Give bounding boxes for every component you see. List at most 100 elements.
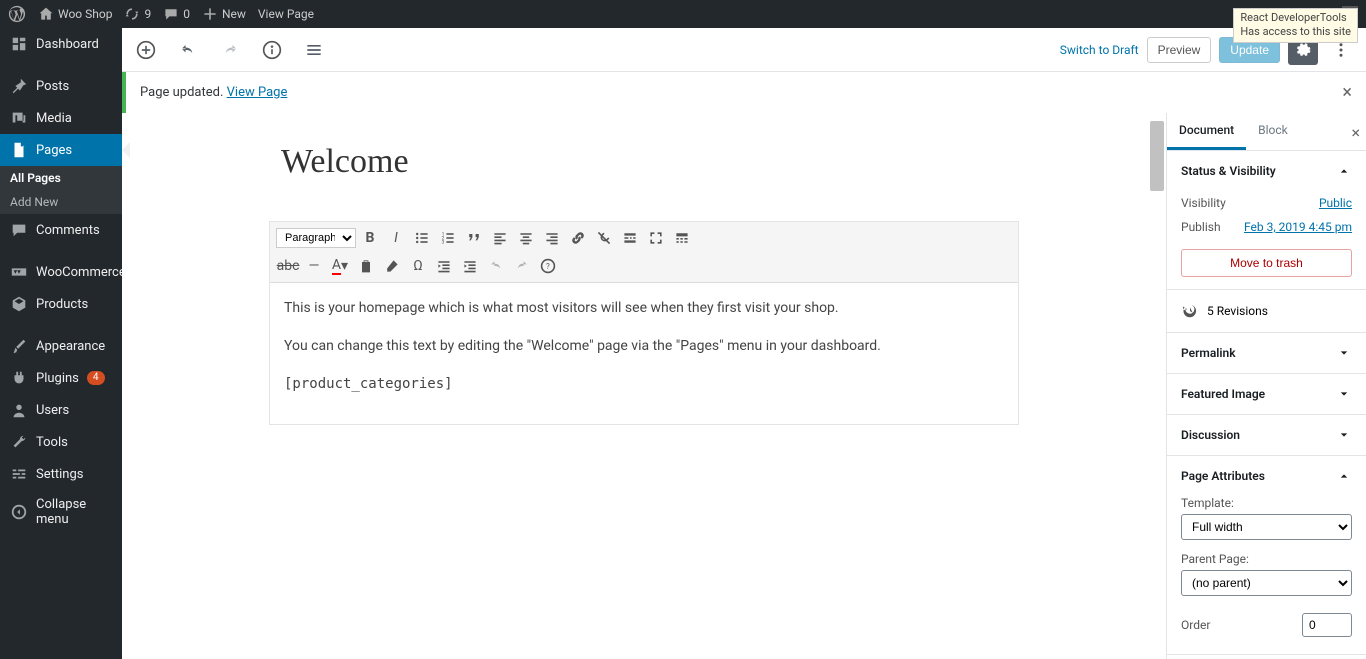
align-right-button[interactable]: [540, 226, 564, 250]
link-button[interactable]: [566, 226, 590, 250]
chevron-down-icon: [1336, 386, 1352, 402]
editor-header: Switch to Draft Preview Update: [122, 28, 1366, 72]
editor-canvas[interactable]: Welcome Paragraph B I 123: [122, 113, 1166, 659]
scrollbar-thumb[interactable]: [1150, 121, 1164, 191]
new-link[interactable]: New: [202, 6, 246, 22]
settings-close-button[interactable]: ×: [1351, 123, 1360, 142]
unlink-button[interactable]: [592, 226, 616, 250]
special-char-button[interactable]: Ω: [406, 254, 430, 278]
sidebar-label: Products: [36, 297, 88, 312]
sidebar-item-products[interactable]: Products: [0, 288, 122, 320]
comments-link[interactable]: 0: [163, 6, 190, 22]
sidebar-item-media[interactable]: Media: [0, 102, 122, 134]
preview-button[interactable]: Preview: [1147, 37, 1212, 63]
updates-link[interactable]: 9: [124, 6, 151, 22]
parent-page-select[interactable]: (no parent): [1181, 570, 1352, 596]
sidebar-item-woocommerce[interactable]: WooCommerce: [0, 256, 122, 288]
outline-button[interactable]: [300, 36, 328, 64]
help-button[interactable]: ?: [536, 254, 560, 278]
publish-date-link[interactable]: Feb 3, 2019 4:45 pm: [1244, 220, 1352, 234]
order-input[interactable]: [1302, 613, 1352, 637]
editor-content-area[interactable]: This is your homepage which is what most…: [270, 283, 1018, 424]
fullscreen-button[interactable]: [644, 226, 668, 250]
italic-button[interactable]: I: [384, 226, 408, 250]
wrench-icon: [10, 433, 28, 451]
tab-document[interactable]: Document: [1167, 113, 1246, 150]
site-name-link[interactable]: Woo Shop: [38, 6, 112, 22]
shortcode-text: [product_categories]: [284, 373, 1004, 397]
numbered-list-button[interactable]: 123: [436, 226, 460, 250]
sidebar-item-settings[interactable]: Settings: [0, 458, 122, 490]
toolbar-toggle-button[interactable]: [670, 226, 694, 250]
sidebar-item-tools[interactable]: Tools: [0, 426, 122, 458]
page-title-input[interactable]: Welcome: [269, 133, 1019, 191]
sidebar-item-collapse[interactable]: Collapse menu: [0, 490, 122, 534]
sidebar-item-plugins[interactable]: Plugins4: [0, 362, 122, 394]
add-block-button[interactable]: [132, 36, 160, 64]
tab-block[interactable]: Block: [1246, 113, 1300, 150]
fullscreen-icon: [648, 230, 664, 246]
admin-bar: Woo Shop 9 0 New View Page Howdy, admin …: [0, 0, 1366, 28]
move-to-trash-button[interactable]: Move to trash: [1181, 249, 1352, 277]
notice-view-page-link[interactable]: View Page: [227, 85, 288, 100]
cube-icon: [10, 295, 28, 313]
sidebar-item-users[interactable]: Users: [0, 394, 122, 426]
redo-icon: [220, 40, 240, 60]
indent-button[interactable]: [458, 254, 482, 278]
quote-button[interactable]: [462, 226, 486, 250]
hr-button[interactable]: —: [302, 254, 326, 278]
clear-button[interactable]: [380, 254, 404, 278]
revisions-link[interactable]: 5 Revisions: [1167, 290, 1366, 333]
panel-status-header[interactable]: Status & Visibility: [1167, 151, 1366, 191]
info-button[interactable]: [258, 36, 286, 64]
bold-button[interactable]: B: [358, 226, 382, 250]
list-icon: [304, 40, 324, 60]
redo-button[interactable]: [216, 36, 244, 64]
sidebar-item-appearance[interactable]: Appearance: [0, 330, 122, 362]
comment-icon: [163, 6, 179, 22]
chevron-up-icon: [1336, 163, 1352, 179]
visibility-value-link[interactable]: Public: [1319, 196, 1352, 210]
view-page-link[interactable]: View Page: [258, 7, 314, 21]
classic-editor-block[interactable]: Paragraph B I 123: [269, 221, 1019, 425]
sidebar-item-posts[interactable]: Posts: [0, 70, 122, 102]
undo2-button[interactable]: [484, 254, 508, 278]
panel-attributes-header[interactable]: Page Attributes: [1167, 456, 1366, 496]
brush-icon: [10, 337, 28, 355]
paste-button[interactable]: [354, 254, 378, 278]
undo-button[interactable]: [174, 36, 202, 64]
template-select[interactable]: Full width: [1181, 514, 1352, 540]
sidebar-sub-all-pages[interactable]: All Pages: [0, 166, 122, 190]
textcolor-button[interactable]: A ▾: [328, 254, 352, 278]
align-center-button[interactable]: [514, 226, 538, 250]
sidebar-label: Settings: [36, 467, 83, 482]
plug-icon: [10, 369, 28, 387]
content-paragraph: You can change this text by editing the …: [284, 335, 1004, 359]
wp-logo[interactable]: [8, 5, 26, 23]
redo2-button[interactable]: [510, 254, 534, 278]
notice-close-button[interactable]: ×: [1342, 82, 1352, 103]
outdent-button[interactable]: [432, 254, 456, 278]
chevron-up-icon: [1336, 468, 1352, 484]
outdent-icon: [436, 258, 452, 274]
format-select[interactable]: Paragraph: [276, 228, 356, 248]
clipboard-icon: [358, 258, 374, 274]
strike-button[interactable]: abc: [276, 254, 300, 278]
panel-permalink-header[interactable]: Permalink: [1167, 333, 1366, 373]
panel-featured-header[interactable]: Featured Image: [1167, 374, 1366, 414]
sidebar-sub-add-new[interactable]: Add New: [0, 190, 122, 214]
sidebar-item-dashboard[interactable]: Dashboard: [0, 28, 122, 60]
user-icon: [10, 401, 28, 419]
align-left-button[interactable]: [488, 226, 512, 250]
more-button[interactable]: [618, 226, 642, 250]
sidebar-label: Tools: [36, 435, 68, 450]
panel-featured-image: Featured Image: [1167, 374, 1366, 415]
readmore-icon: [622, 230, 638, 246]
switch-draft-button[interactable]: Switch to Draft: [1060, 43, 1139, 57]
bullet-list-button[interactable]: [410, 226, 434, 250]
sidebar-item-comments[interactable]: Comments: [0, 214, 122, 246]
pin-icon: [10, 77, 28, 95]
update-notice: Page updated. View Page ×: [122, 72, 1366, 113]
sidebar-item-pages[interactable]: Pages: [0, 134, 122, 166]
panel-discussion-header[interactable]: Discussion: [1167, 415, 1366, 455]
